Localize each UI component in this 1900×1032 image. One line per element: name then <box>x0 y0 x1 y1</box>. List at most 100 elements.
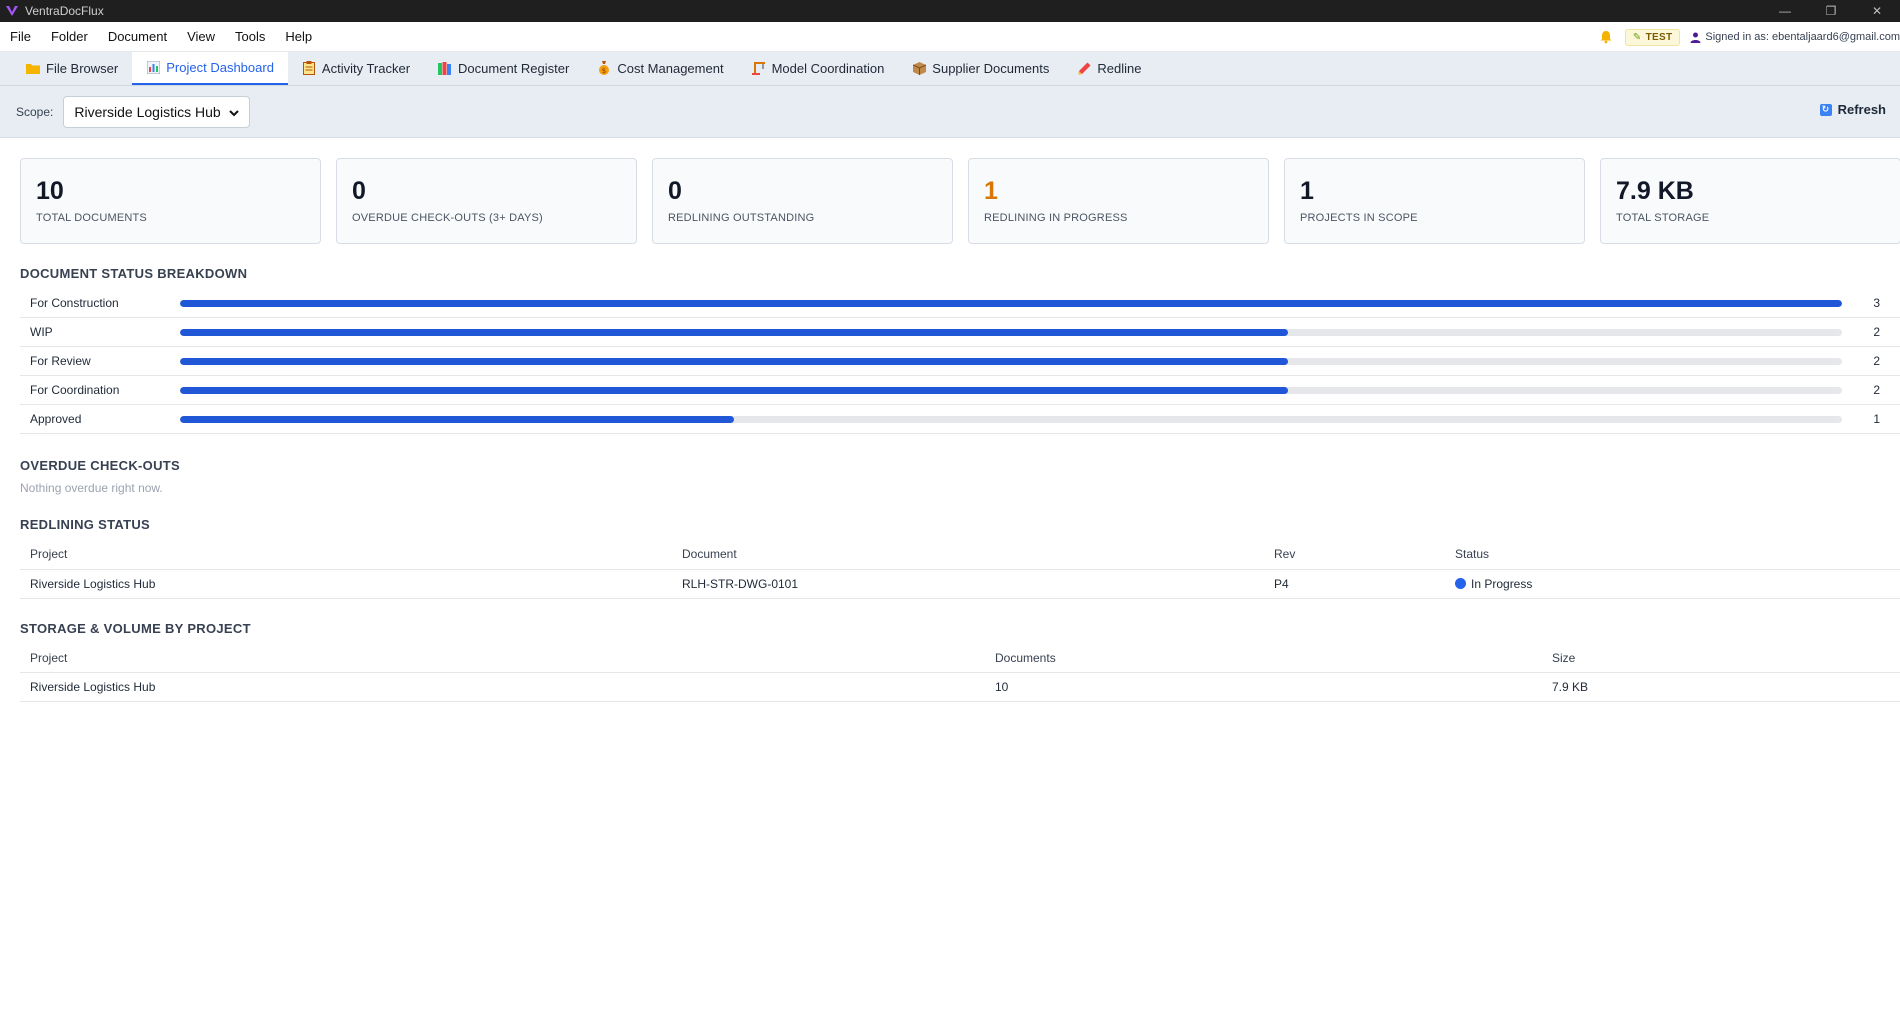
status-bar-track <box>180 415 1842 423</box>
tab-label: Project Dashboard <box>166 59 274 75</box>
redlining-title: REDLINING STATUS <box>20 517 150 532</box>
user-icon <box>1690 32 1701 43</box>
status-bar-fill <box>180 386 1288 394</box>
tab-label: Model Coordination <box>771 60 885 76</box>
column-header-rev[interactable]: Rev <box>1264 540 1445 570</box>
tab-model-coordination[interactable]: Model Coordination <box>738 51 899 85</box>
status-bar-fill <box>180 357 1288 365</box>
menu-tools[interactable]: Tools <box>225 22 275 52</box>
tab-project-dashboard[interactable]: Project Dashboard <box>132 51 288 85</box>
status-row: For Construction 3 <box>20 289 1900 318</box>
env-badge: ✎ TEST <box>1624 28 1681 46</box>
restore-icon[interactable]: ❐ <box>1808 0 1854 22</box>
refresh-button[interactable]: ↻ Refresh <box>1819 102 1886 117</box>
cell-project: Riverside Logistics Hub <box>20 672 985 702</box>
redlining-table: Project Document Rev Status Riverside Lo… <box>20 540 1900 599</box>
kpi-value: 7.9 KB <box>1616 177 1694 205</box>
column-header-size[interactable]: Size <box>1542 643 1900 673</box>
status-bar-track <box>180 299 1842 307</box>
kpi-value: 0 <box>668 177 682 205</box>
crane-icon <box>751 61 766 75</box>
status-row: For Review 2 <box>20 347 1900 376</box>
close-icon[interactable]: ✕ <box>1854 0 1900 22</box>
menu-document[interactable]: Document <box>98 22 177 52</box>
column-header-status[interactable]: Status <box>1445 540 1900 570</box>
storage-title: STORAGE & VOLUME BY PROJECT <box>20 620 251 636</box>
kpi-label: TOTAL STORAGE <box>1616 212 1710 224</box>
status-name: For Coordination <box>30 383 120 397</box>
status-bar-fill <box>180 299 1842 307</box>
status-breakdown-title: DOCUMENT STATUS BREAKDOWN <box>20 266 248 281</box>
status-bar-fill <box>180 328 1288 336</box>
chevron-down-icon <box>228 104 239 120</box>
menu-folder[interactable]: Folder <box>41 22 98 52</box>
scope-label: Scope: <box>16 104 54 119</box>
cell-project: Riverside Logistics Hub <box>20 569 672 599</box>
bell-icon[interactable] <box>1597 28 1615 46</box>
column-header-documents[interactable]: Documents <box>985 643 1542 673</box>
kpi-value: 1 <box>1300 177 1314 205</box>
overdue-title: OVERDUE CHECK-OUTS <box>20 458 180 473</box>
status-name: For Review <box>30 354 91 368</box>
table-row[interactable]: Riverside Logistics Hub 10 7.9 KB <box>20 672 1900 702</box>
tab-label: Activity Tracker <box>321 60 411 76</box>
refresh-icon: ↻ <box>1819 103 1832 116</box>
status-row: For Coordination 2 <box>20 376 1900 405</box>
tab-label: Document Register <box>458 60 570 76</box>
kpi-label: REDLINING IN PROGRESS <box>984 212 1128 224</box>
kpi-card-redlining-outstanding: 0 REDLINING OUTSTANDING <box>652 158 953 244</box>
tab-cost-management[interactable]: $ Cost Management <box>583 51 737 85</box>
column-header-document[interactable]: Document <box>672 540 1264 570</box>
folder-icon <box>26 61 40 75</box>
kpi-value: 0 <box>352 177 366 205</box>
svg-text:$: $ <box>602 67 606 75</box>
cell-documents: 10 <box>985 672 1542 702</box>
tab-label: Cost Management <box>617 60 724 76</box>
tab-document-register[interactable]: Document Register <box>424 51 583 85</box>
tab-label: Redline <box>1097 60 1142 76</box>
tab-activity-tracker[interactable]: Activity Tracker <box>288 51 424 85</box>
money-bag-icon: $ <box>597 61 611 75</box>
dashboard-content: 10 TOTAL DOCUMENTS 0 OVERDUE CHECK-OUTS … <box>0 138 1900 702</box>
signed-in-text: Signed in as: ebentaljaard6@gmail.com <box>1705 31 1900 43</box>
tab-file-browser[interactable]: File Browser <box>12 51 132 85</box>
status-count: 2 <box>1873 383 1880 397</box>
kpi-label: REDLINING OUTSTANDING <box>668 212 815 224</box>
pencil-icon: ✎ <box>1632 31 1642 43</box>
kpi-card-total-storage: 7.9 KB TOTAL STORAGE <box>1600 158 1900 244</box>
status-count: 2 <box>1873 325 1880 339</box>
scope-select[interactable]: Riverside Logistics Hub <box>63 95 250 128</box>
status-row: WIP 2 <box>20 318 1900 347</box>
status-text: In Progress <box>1471 576 1533 591</box>
menu-help[interactable]: Help <box>275 22 322 52</box>
status-bar-track <box>180 386 1842 394</box>
tab-bar: File Browser Project Dashboard Activity … <box>0 51 1900 86</box>
column-header-project[interactable]: Project <box>20 540 672 570</box>
cell-document: RLH-STR-DWG-0101 <box>672 569 1264 599</box>
menu-view[interactable]: View <box>177 22 225 52</box>
minimize-icon[interactable]: — <box>1762 0 1808 22</box>
env-badge-label: TEST <box>1645 31 1673 43</box>
kpi-card-overdue-checkouts: 0 OVERDUE CHECK-OUTS (3+ DAYS) <box>336 158 637 244</box>
books-icon <box>438 61 452 75</box>
status-bar-track <box>180 357 1842 365</box>
kpi-cards: 10 TOTAL DOCUMENTS 0 OVERDUE CHECK-OUTS … <box>20 158 1900 244</box>
kpi-card-total-documents: 10 TOTAL DOCUMENTS <box>20 158 321 244</box>
clipboard-icon <box>302 61 316 75</box>
kpi-card-redlining-in-progress: 1 REDLINING IN PROGRESS <box>968 158 1269 244</box>
chart-icon <box>146 60 160 74</box>
status-dot-icon <box>1455 577 1466 589</box>
kpi-label: OVERDUE CHECK-OUTS (3+ DAYS) <box>352 212 543 224</box>
tab-redline[interactable]: Redline <box>1063 51 1155 85</box>
column-header-project[interactable]: Project <box>20 643 985 673</box>
kpi-label: PROJECTS IN SCOPE <box>1300 212 1418 224</box>
storage-table: Project Documents Size Riverside Logisti… <box>20 643 1900 702</box>
table-header-row: Project Document Rev Status <box>20 540 1900 570</box>
tab-supplier-documents[interactable]: Supplier Documents <box>898 51 1063 85</box>
signed-in-info: Signed in as: ebentaljaard6@gmail.com <box>1690 31 1900 43</box>
table-row[interactable]: Riverside Logistics Hub RLH-STR-DWG-0101… <box>20 569 1900 599</box>
status-name: Approved <box>30 412 82 426</box>
cell-status: In Progress <box>1445 569 1900 599</box>
header-right: ✎ TEST Signed in as: ebentaljaard6@gmail… <box>1597 22 1900 52</box>
menu-file[interactable]: File <box>0 22 41 52</box>
